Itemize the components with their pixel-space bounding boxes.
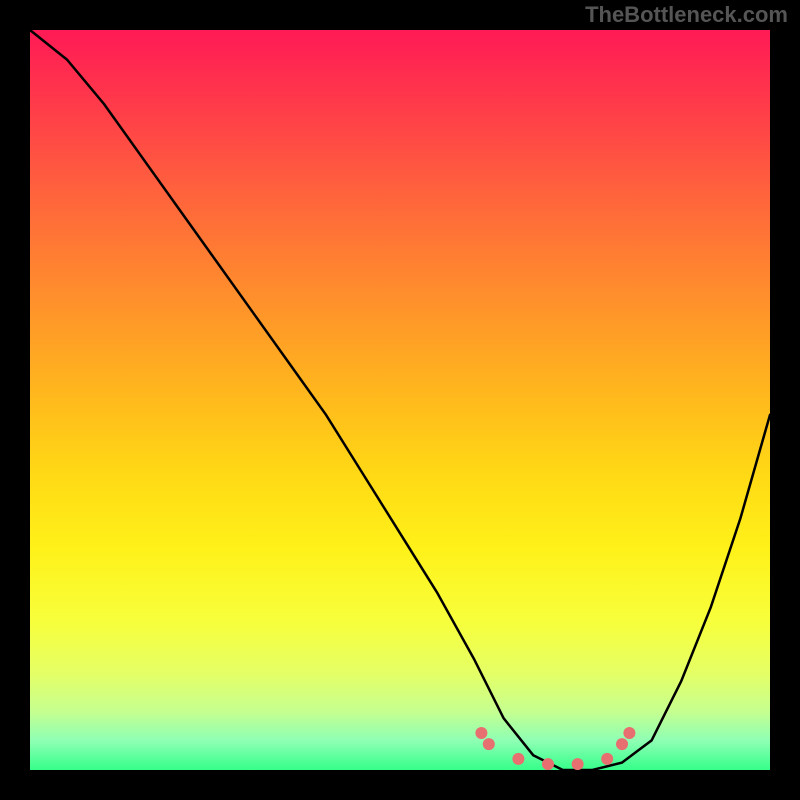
chart-container: TheBottleneck.com (0, 0, 800, 800)
sweet-spot-marker (616, 738, 628, 750)
sweet-spot-marker (542, 758, 554, 770)
bottleneck-curve-path (30, 30, 770, 770)
watermark-text: TheBottleneck.com (585, 2, 788, 28)
bottleneck-curve-svg (30, 30, 770, 770)
sweet-spot-marker (483, 738, 495, 750)
sweet-spot-marker (475, 727, 487, 739)
sweet-spot-marker (623, 727, 635, 739)
sweet-spot-marker (512, 753, 524, 765)
sweet-spot-marker (601, 753, 613, 765)
sweet-spot-marker (572, 758, 584, 770)
sweet-spot-markers-group (475, 727, 635, 770)
plot-area (30, 30, 770, 770)
